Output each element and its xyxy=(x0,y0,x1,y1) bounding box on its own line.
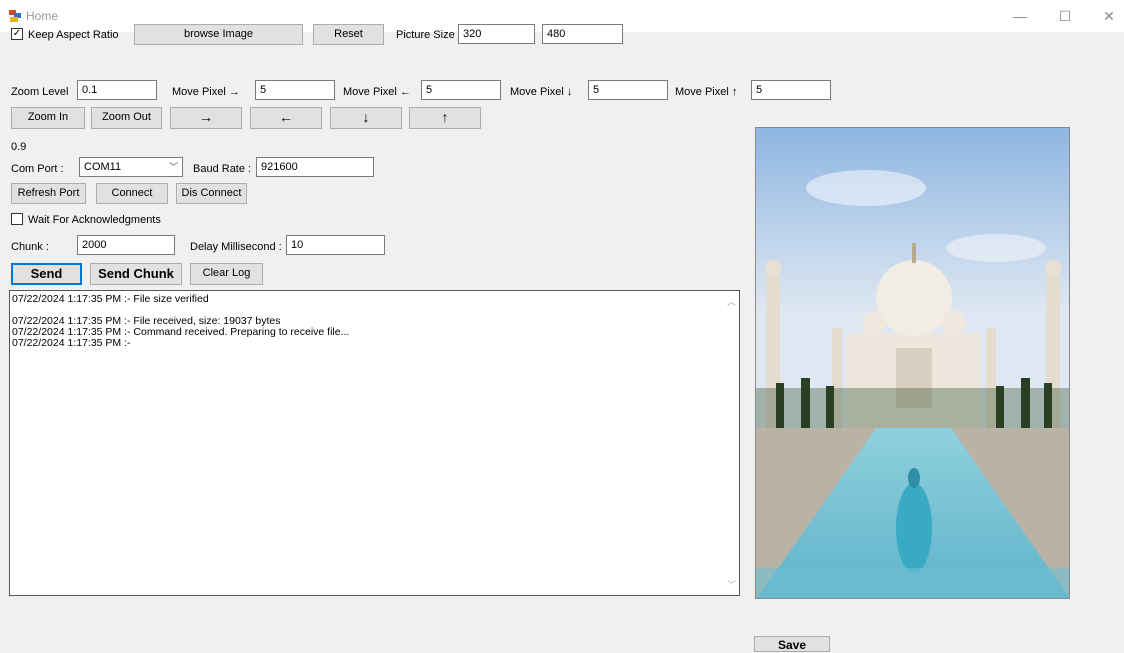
scroll-up-icon[interactable]: ︿ xyxy=(727,295,736,308)
zoom-value-display: 0.9 xyxy=(11,141,27,153)
com-port-select[interactable]: COM11 ﹀ xyxy=(79,157,183,177)
scroll-down-icon[interactable]: ﹀ xyxy=(727,578,736,591)
reset-button[interactable]: Reset xyxy=(313,24,384,45)
baud-rate-label: Baud Rate : xyxy=(193,163,252,175)
move-left-input[interactable]: 5 xyxy=(421,80,501,100)
save-button[interactable]: Save xyxy=(754,636,830,652)
delay-input[interactable]: 10 xyxy=(286,235,385,255)
move-right-label: Move Pixel → xyxy=(172,86,240,98)
chunk-label: Chunk : xyxy=(11,241,49,253)
refresh-port-button[interactable]: Refresh Port xyxy=(11,183,86,204)
zoom-out-button[interactable]: Zoom Out xyxy=(91,107,162,129)
app-icon xyxy=(9,10,21,22)
log-line: 07/22/2024 1:17:35 PM :- xyxy=(12,337,131,349)
move-up-label: Move Pixel ↑ xyxy=(675,86,738,98)
chunk-input[interactable]: 2000 xyxy=(77,235,175,255)
move-down-button[interactable]: ↓ xyxy=(330,107,402,129)
log-textbox[interactable]: 07/22/2024 1:17:35 PM :- File size verif… xyxy=(9,290,740,596)
com-port-value: COM11 xyxy=(84,161,122,173)
delay-label: Delay Millisecond : xyxy=(190,241,282,253)
move-up-input[interactable]: 5 xyxy=(751,80,831,100)
picture-size-label: Picture Size xyxy=(396,29,455,41)
close-button[interactable]: ✕ xyxy=(1094,6,1124,26)
move-left-label: Move Pixel ← xyxy=(343,86,411,98)
window-title: Home xyxy=(26,9,59,23)
minimize-button[interactable]: — xyxy=(1005,6,1035,26)
connect-button[interactable]: Connect xyxy=(96,183,168,204)
send-button[interactable]: Send xyxy=(11,263,82,285)
log-line: 07/22/2024 1:17:35 PM :- File size verif… xyxy=(12,293,209,305)
com-port-label: Com Port : xyxy=(11,163,64,175)
zoom-level-label: Zoom Level xyxy=(11,86,69,98)
move-right-input[interactable]: 5 xyxy=(255,80,335,100)
move-down-input[interactable]: 5 xyxy=(588,80,668,100)
maximize-button[interactable]: ☐ xyxy=(1050,6,1080,26)
move-left-button[interactable]: ← xyxy=(250,107,322,129)
zoom-in-button[interactable]: Zoom In xyxy=(11,107,85,129)
move-up-button[interactable]: ↑ xyxy=(409,107,481,129)
keep-aspect-checkbox[interactable]: ✓ xyxy=(11,28,23,40)
baud-rate-input[interactable]: 921600 xyxy=(256,157,374,177)
wait-ack-label: Wait For Acknowledgments xyxy=(28,214,161,226)
picture-width-input[interactable]: 320 xyxy=(458,24,535,44)
wait-ack-checkbox[interactable] xyxy=(11,213,23,225)
taj-mahal-image xyxy=(756,128,1069,598)
zoom-level-input[interactable]: 0.1 xyxy=(77,80,157,100)
keep-aspect-label: Keep Aspect Ratio xyxy=(28,29,119,41)
send-chunk-button[interactable]: Send Chunk xyxy=(90,263,182,285)
move-down-label: Move Pixel ↓ xyxy=(510,86,573,98)
clear-log-button[interactable]: Clear Log xyxy=(190,263,263,285)
chevron-down-icon: ﹀ xyxy=(168,162,178,172)
move-right-button[interactable]: → xyxy=(170,107,242,129)
browse-image-button[interactable]: browse Image xyxy=(134,24,303,45)
disconnect-button[interactable]: Dis Connect xyxy=(176,183,247,204)
picture-height-input[interactable]: 480 xyxy=(542,24,623,44)
picture-box xyxy=(755,127,1070,599)
